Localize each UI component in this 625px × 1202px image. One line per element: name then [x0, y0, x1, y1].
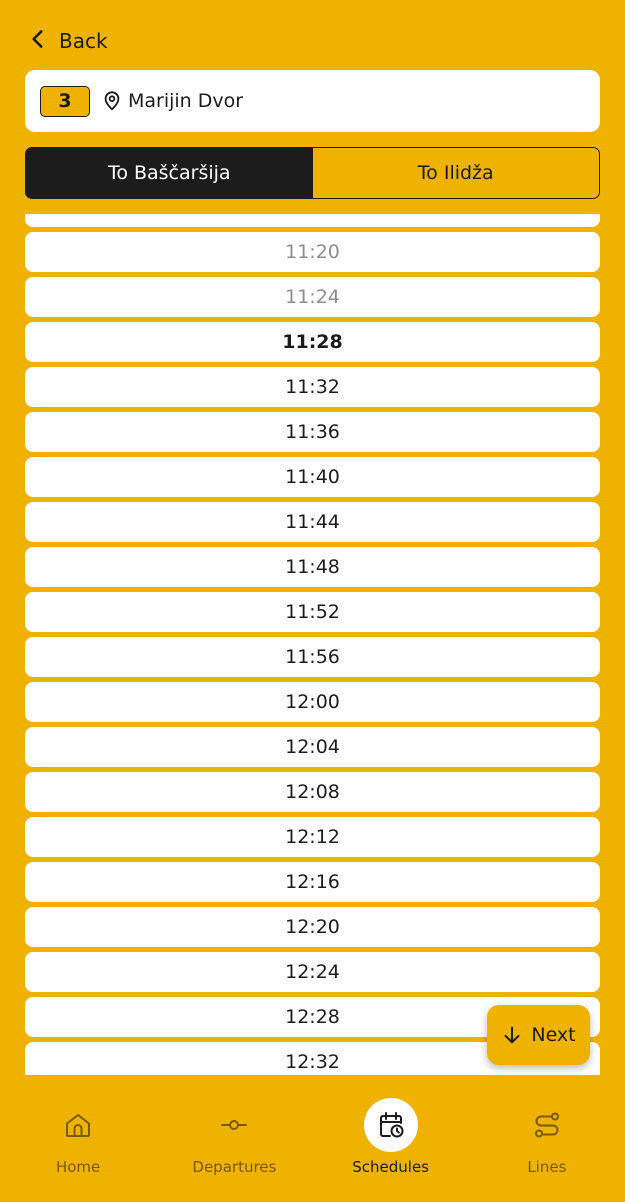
- line-badge: 3: [40, 85, 90, 117]
- schedule-row[interactable]: 11:16: [25, 214, 600, 227]
- schedule-row[interactable]: 11:40: [25, 457, 600, 497]
- schedule-list[interactable]: 11:16 11:20 11:24 11:28 11:32 11:36 11:40 11:44…: [25, 214, 600, 1075]
- nav-item-lines[interactable]: Lines: [469, 1075, 625, 1202]
- bottom-nav: Home Departures Schedules Lines: [0, 1075, 625, 1202]
- schedule-row[interactable]: 11:20: [25, 232, 600, 272]
- stop-card: 3 Marijin Dvor: [25, 70, 600, 132]
- nav-label-home: Home: [55, 1158, 101, 1176]
- schedule-row[interactable]: 12:08: [25, 772, 600, 812]
- schedule-row[interactable]: 12:24: [25, 952, 600, 992]
- next-label: Next: [531, 1024, 576, 1046]
- nav-label-schedules: Schedules: [352, 1158, 429, 1176]
- schedule-row[interactable]: 12:20: [25, 907, 600, 947]
- departures-icon: [207, 1098, 261, 1152]
- direction-toggle: To Baščaršija To Ilidža: [25, 147, 600, 199]
- nav-item-departures[interactable]: Departures: [156, 1075, 312, 1202]
- schedule-row[interactable]: 11:28: [25, 322, 600, 362]
- arrow-down-icon: [501, 1024, 523, 1046]
- nav-label-lines: Lines: [527, 1158, 567, 1176]
- schedule-row[interactable]: 11:36: [25, 412, 600, 452]
- schedule-row[interactable]: 11:56: [25, 637, 600, 677]
- schedule-row[interactable]: 11:24: [25, 277, 600, 317]
- next-button[interactable]: Next: [487, 1005, 590, 1065]
- schedule-row[interactable]: 11:48: [25, 547, 600, 587]
- schedule-row[interactable]: 12:00: [25, 682, 600, 722]
- back-label: Back: [59, 29, 108, 53]
- schedule-row[interactable]: 12:12: [25, 817, 600, 857]
- home-icon: [51, 1098, 105, 1152]
- schedule-row[interactable]: 11:44: [25, 502, 600, 542]
- stop-name: Marijin Dvor: [128, 90, 244, 112]
- location-pin-icon: [101, 90, 123, 112]
- nav-item-schedules[interactable]: Schedules: [313, 1075, 469, 1202]
- calendar-clock-icon: [363, 1098, 418, 1152]
- tab-to-ilidza[interactable]: To Ilidža: [313, 148, 600, 198]
- back-button[interactable]: Back: [25, 24, 108, 58]
- chevron-left-icon: [25, 26, 51, 56]
- route-icon: [520, 1098, 574, 1152]
- tab-to-bascarsija[interactable]: To Baščaršija: [26, 148, 313, 198]
- schedule-row[interactable]: 11:52: [25, 592, 600, 632]
- nav-label-departures: Departures: [192, 1158, 277, 1176]
- schedule-row[interactable]: 12:16: [25, 862, 600, 902]
- schedule-row[interactable]: 11:32: [25, 367, 600, 407]
- schedule-row[interactable]: 12:04: [25, 727, 600, 767]
- nav-item-home[interactable]: Home: [0, 1075, 156, 1202]
